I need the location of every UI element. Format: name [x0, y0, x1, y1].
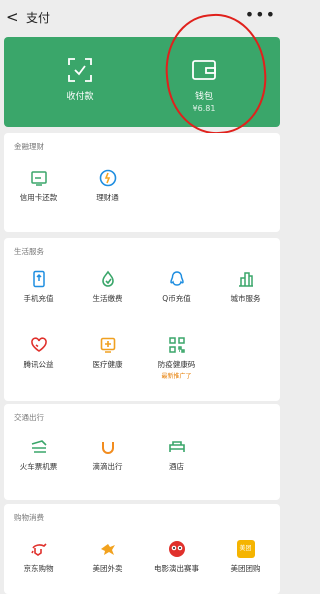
train-ticket-button[interactable]: 火车票机票 [4, 438, 73, 472]
tencent-charity-button[interactable]: 腾讯公益 [4, 336, 73, 370]
health-code-button[interactable]: 防疫健康码 最新推广了 [142, 336, 211, 380]
shopping-section: 购物消费 京东购物 美团外卖 电影演出赛事 美团 美团团购 [4, 504, 280, 594]
finance-section: 金融理财 信用卡还款 理财通 [4, 133, 280, 232]
credit-card-icon [30, 171, 47, 186]
page-title: 支付 [26, 11, 51, 25]
jd-icon [30, 543, 47, 556]
utility-bill-icon [101, 270, 114, 287]
meituan-waimai-icon [100, 544, 115, 555]
hotel-button[interactable]: 酒店 [142, 438, 211, 472]
didi-icon [101, 442, 114, 454]
more-options-icon[interactable]: ••• [245, 5, 276, 24]
transport-section-title: 交通出行 [14, 413, 44, 422]
meituan-waimai-button[interactable]: 美团外卖 [73, 540, 142, 574]
meituan-group-icon: 美团 [236, 540, 255, 558]
transport-section: 交通出行 火车票机票 滴滴出行 酒店 [4, 404, 280, 500]
receive-pay-label: 收付款 [66, 92, 94, 102]
wealth-icon [99, 169, 116, 187]
city-service-button[interactable]: 城市服务 [211, 270, 280, 304]
movie-ticket-button[interactable]: 电影演出赛事 [142, 540, 211, 574]
city-service-icon [238, 272, 253, 287]
health-code-subtitle: 最新推广了 [161, 373, 192, 380]
movie-icon [168, 541, 185, 557]
qq-coin-button[interactable]: Q币充值 [142, 270, 211, 304]
licaitong-button[interactable]: 理财通 [73, 169, 142, 203]
utility-bill-button[interactable]: 生活缴费 [73, 270, 142, 304]
finance-section-title: 金融理财 [14, 142, 44, 151]
receive-pay-button[interactable]: 收付款 [20, 57, 140, 102]
health-code-icon [168, 337, 185, 353]
didi-button[interactable]: 滴滴出行 [73, 438, 142, 472]
meituan-group-button[interactable]: 美团 美团团购 [211, 540, 280, 574]
phone-topup-icon [32, 270, 45, 288]
phone-topup-button[interactable]: 手机充值 [4, 270, 73, 304]
medical-health-button[interactable]: 医疗健康 [73, 336, 142, 370]
jd-shopping-button[interactable]: 京东购物 [4, 540, 73, 574]
back-arrow-icon[interactable]: < [6, 8, 20, 26]
credit-card-repay-button[interactable]: 信用卡还款 [4, 169, 73, 203]
hotel-icon [168, 441, 185, 452]
qq-coin-icon [169, 271, 184, 286]
shopping-section-title: 购物消费 [14, 513, 44, 522]
medical-icon [100, 337, 115, 353]
life-service-title: 生活服务 [14, 247, 44, 256]
scan-qr-icon [68, 58, 92, 82]
life-service-section: 生活服务 手机充值 生活缴费 Q币充值 城市服务 腾讯公益 医疗健康 防疫健康码… [4, 238, 280, 401]
charity-icon [30, 337, 47, 352]
train-ticket-icon [31, 440, 47, 453]
